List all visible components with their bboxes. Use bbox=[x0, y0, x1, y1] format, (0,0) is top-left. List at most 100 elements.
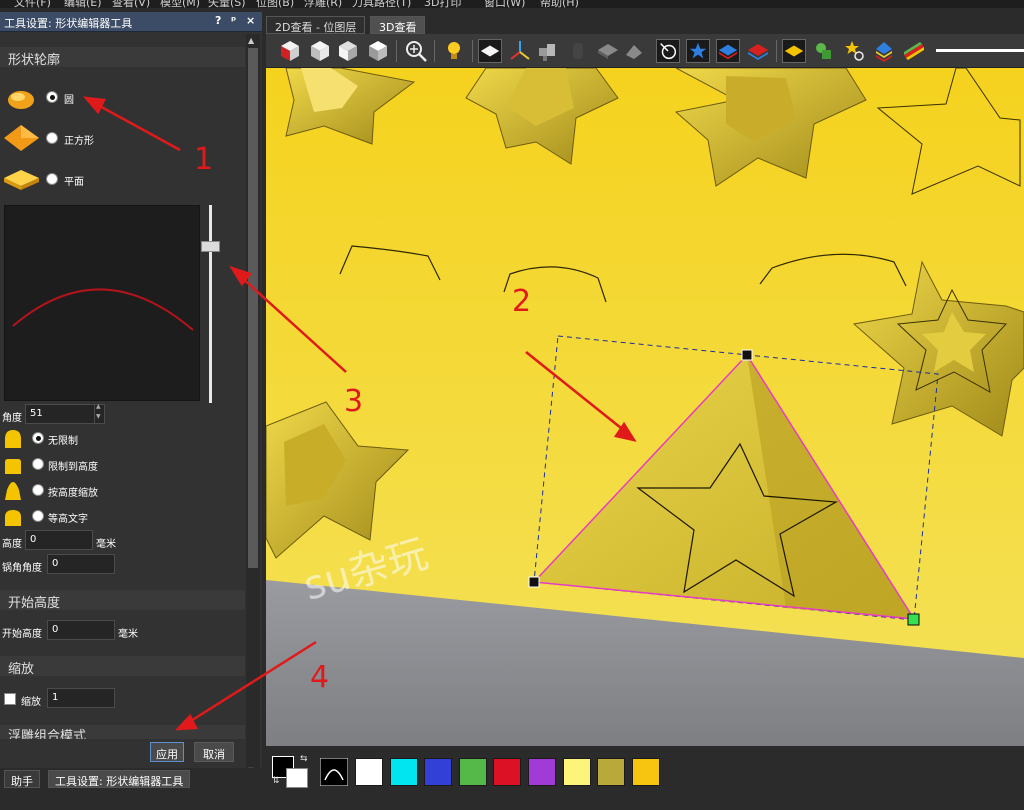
menu-3dprint[interactable]: 3D打印 bbox=[424, 0, 461, 8]
cube-view-front-icon[interactable] bbox=[308, 39, 332, 63]
relief-gray-icon[interactable] bbox=[596, 39, 620, 63]
scale-input[interactable]: 1 bbox=[47, 688, 115, 708]
cube-view-top-icon[interactable] bbox=[366, 39, 390, 63]
square-radio[interactable] bbox=[46, 132, 58, 144]
section-title: 形状轮廓 bbox=[8, 53, 61, 68]
help-icon[interactable]: ? bbox=[215, 14, 221, 27]
scroll-up-icon[interactable]: ▲ bbox=[248, 36, 254, 45]
tab-tool-settings[interactable]: 工具设置: 形状编辑器工具 bbox=[48, 770, 191, 788]
swap-colors-icon[interactable]: ⇆ bbox=[300, 754, 308, 764]
swatch-green[interactable] bbox=[459, 758, 487, 786]
cube-view-side-icon[interactable] bbox=[336, 39, 360, 63]
plane-radio[interactable] bbox=[46, 173, 58, 185]
handle-left[interactable] bbox=[528, 576, 540, 588]
menu-model[interactable]: 模型(M) bbox=[160, 0, 200, 8]
swatch-purple[interactable] bbox=[528, 758, 556, 786]
scale-checkbox[interactable] bbox=[4, 693, 16, 705]
menu-view[interactable]: 查看(V) bbox=[112, 0, 150, 8]
section-scale[interactable]: 缩放 bbox=[0, 656, 245, 677]
3d-view[interactable] bbox=[266, 68, 1024, 746]
scroll-thumb[interactable] bbox=[248, 48, 258, 568]
menu-window[interactable]: 窗口(W) bbox=[484, 0, 525, 8]
layer-stack-icon[interactable] bbox=[872, 39, 896, 63]
star-zoom-icon[interactable] bbox=[842, 39, 866, 63]
bulb-icon[interactable] bbox=[442, 39, 466, 63]
section-start-height[interactable]: 开始高度 bbox=[0, 590, 245, 611]
close-icon[interactable]: × bbox=[246, 14, 255, 27]
limit-height-radio[interactable] bbox=[32, 458, 44, 470]
relief-yellow-icon[interactable] bbox=[782, 39, 806, 63]
panel-scrollbar[interactable]: ▲ ▼ bbox=[246, 34, 260, 780]
handle-right[interactable] bbox=[907, 613, 920, 626]
shape-option-round[interactable]: 圆 bbox=[0, 84, 240, 112]
axes-icon[interactable] bbox=[508, 39, 532, 63]
angle-value: 51 bbox=[30, 408, 43, 419]
section-combine-mode[interactable]: 浮雕组合模式 bbox=[0, 725, 245, 739]
swatch-gold[interactable] bbox=[632, 758, 660, 786]
reset-colors-icon[interactable]: ⇅ bbox=[272, 776, 280, 786]
model-blocks-icon[interactable] bbox=[536, 39, 560, 63]
swatch-olive[interactable] bbox=[597, 758, 625, 786]
cylinder-icon[interactable] bbox=[566, 39, 590, 63]
menu-edit[interactable]: 编辑(E) bbox=[64, 0, 102, 8]
round-shape-icon bbox=[8, 91, 34, 109]
star-vector-icon[interactable] bbox=[686, 39, 710, 63]
angle-label: 角度 bbox=[2, 413, 22, 424]
round-label: 圆 bbox=[64, 95, 74, 106]
background-color[interactable] bbox=[286, 768, 308, 788]
plane-label: 平面 bbox=[64, 177, 84, 188]
cancel-button[interactable]: 取消 bbox=[194, 742, 234, 762]
zoom-icon[interactable] bbox=[404, 39, 428, 63]
annotation-1: 1 bbox=[194, 142, 214, 177]
angle-spinner[interactable] bbox=[94, 403, 104, 424]
plane-shape-icon bbox=[4, 170, 39, 190]
menu-help[interactable]: 帮助(H) bbox=[540, 0, 579, 8]
contour-text-radio[interactable] bbox=[32, 510, 44, 522]
swatch-blue[interactable] bbox=[424, 758, 452, 786]
menu-bitmap[interactable]: 位图(B) bbox=[256, 0, 294, 8]
arc-tool-icon[interactable] bbox=[320, 758, 348, 786]
annotation-2: 2 bbox=[512, 284, 532, 319]
section-title: 开始高度 bbox=[8, 596, 61, 611]
angle-slider-track[interactable] bbox=[209, 205, 212, 403]
round-radio[interactable] bbox=[46, 91, 58, 103]
relief-scene[interactable] bbox=[266, 68, 1024, 746]
handle-top[interactable] bbox=[741, 349, 753, 361]
cube-view-iso-icon[interactable] bbox=[278, 39, 302, 63]
limit-height-icon bbox=[5, 459, 21, 474]
angle-slider-thumb[interactable] bbox=[201, 241, 220, 252]
layer-plane-icon[interactable] bbox=[478, 39, 502, 63]
scale-height-radio[interactable] bbox=[32, 484, 44, 496]
toolpath-preview-icon[interactable] bbox=[656, 39, 680, 63]
tab-3d-view[interactable]: 3D查看 bbox=[370, 16, 426, 34]
tab-assistant[interactable]: 助手 bbox=[4, 770, 40, 788]
bottom-tab-bar: 助手 工具设置: 形状编辑器工具 bbox=[0, 768, 262, 790]
relief-ridge-icon[interactable] bbox=[622, 39, 646, 63]
profile-preview bbox=[4, 205, 200, 401]
section-title: 浮雕组合模式 bbox=[8, 729, 87, 739]
menu-toolpath[interactable]: 刀具路径(T) bbox=[352, 0, 411, 8]
swatch-light-yellow[interactable] bbox=[563, 758, 591, 786]
draft-angle-value: 0 bbox=[52, 558, 59, 569]
menu-relief[interactable]: 浮雕(R) bbox=[304, 0, 342, 8]
menu-file[interactable]: 文件(F) bbox=[14, 0, 51, 8]
no-limit-radio[interactable] bbox=[32, 432, 44, 444]
draft-angle-input[interactable]: 0 bbox=[47, 554, 115, 574]
tab-2d-view[interactable]: 2D查看 - 位图层 bbox=[266, 16, 366, 34]
scale-label: 缩放 bbox=[21, 697, 41, 708]
layers-blue-icon[interactable] bbox=[716, 39, 740, 63]
pin-icon[interactable]: ᵖ bbox=[231, 14, 236, 27]
color-stack-icon[interactable] bbox=[902, 39, 926, 63]
start-height-input[interactable]: 0 bbox=[47, 620, 115, 640]
section-shape-profile[interactable]: 形状轮廓 bbox=[0, 47, 245, 68]
swatch-red[interactable] bbox=[493, 758, 521, 786]
height-input[interactable]: 0 bbox=[25, 530, 93, 550]
angle-input[interactable]: 51 bbox=[25, 404, 105, 424]
green-shapes-icon[interactable] bbox=[812, 39, 836, 63]
swatch-cyan[interactable] bbox=[390, 758, 418, 786]
menu-vector[interactable]: 矢量(S) bbox=[208, 0, 246, 8]
layers-red-icon[interactable] bbox=[746, 39, 770, 63]
start-height-label: 开始高度 bbox=[2, 629, 42, 640]
swatch-white[interactable] bbox=[355, 758, 383, 786]
apply-button[interactable]: 应用 bbox=[150, 742, 184, 762]
